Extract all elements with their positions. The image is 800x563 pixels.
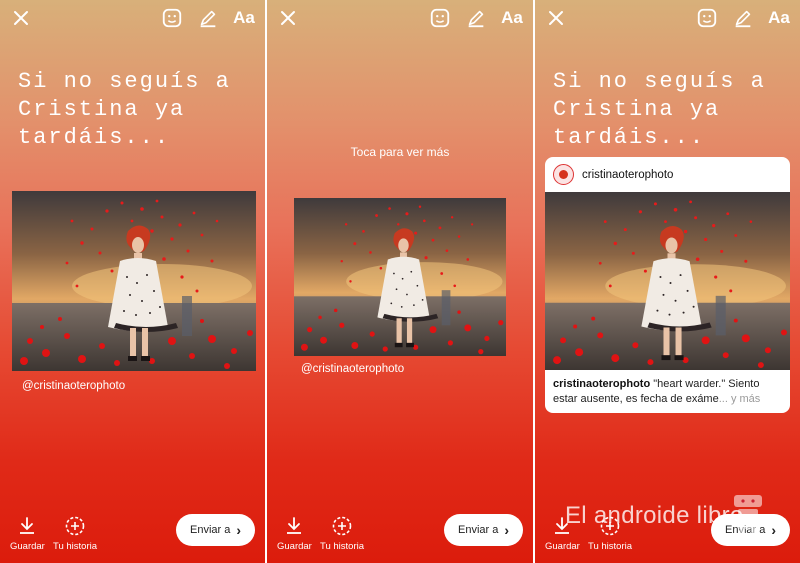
sticker-icon[interactable] bbox=[694, 5, 720, 31]
watermark-text: El androide libre bbox=[565, 502, 744, 529]
chevron-right-icon: › bbox=[504, 522, 510, 538]
sticker-icon[interactable] bbox=[427, 5, 453, 31]
save-label: Guardar bbox=[545, 541, 580, 552]
save-label: Guardar bbox=[10, 541, 45, 552]
shared-post-photo[interactable] bbox=[294, 198, 506, 356]
post-preview-card[interactable]: cristinaoterophoto cristinaoterophoto "h… bbox=[545, 157, 790, 413]
post-mention[interactable]: @cristinaoterophoto bbox=[22, 380, 125, 392]
android-robot-icon bbox=[734, 495, 762, 537]
download-icon bbox=[287, 517, 302, 534]
text-tool-button[interactable]: Aa bbox=[499, 5, 525, 31]
story-editor-panel-3: Aa Si no seguís a Cristina ya tardáis...… bbox=[535, 0, 800, 563]
story-text[interactable]: Si no seguís a Cristina ya tardáis... bbox=[553, 68, 793, 152]
your-story-button[interactable]: Tu historia bbox=[320, 515, 364, 552]
caption-more[interactable]: ... y más bbox=[719, 393, 761, 405]
chevron-right-icon: › bbox=[236, 522, 242, 538]
download-icon bbox=[20, 517, 35, 534]
card-photo bbox=[545, 192, 790, 370]
pen-icon[interactable] bbox=[730, 5, 756, 31]
pen-icon[interactable] bbox=[463, 5, 489, 31]
top-toolbar: Aa bbox=[427, 5, 525, 31]
sticker-icon[interactable] bbox=[159, 5, 185, 31]
story-editor-panel-1: Aa Si no seguís a Cristina ya tardáis...… bbox=[0, 0, 265, 563]
card-caption: cristinaoterophoto "heart warder." Sient… bbox=[545, 370, 790, 413]
close-icon[interactable] bbox=[10, 7, 32, 29]
your-story-label: Tu historia bbox=[53, 541, 97, 552]
post-mention[interactable]: @cristinaoterophoto bbox=[301, 363, 404, 375]
story-editor-panel-2: Aa Toca para ver más @cristinaoterophoto… bbox=[267, 0, 533, 563]
send-label: Enviar a bbox=[457, 524, 499, 536]
save-label: Guardar bbox=[277, 541, 312, 552]
card-username[interactable]: cristinaoterophoto bbox=[582, 169, 673, 181]
top-toolbar: Aa bbox=[694, 5, 792, 31]
pen-icon[interactable] bbox=[195, 5, 221, 31]
close-icon[interactable] bbox=[545, 7, 567, 29]
send-to-button[interactable]: Enviar a › bbox=[176, 514, 255, 546]
shared-post-photo[interactable] bbox=[12, 191, 256, 371]
text-tool-button[interactable]: Aa bbox=[766, 5, 792, 31]
card-header: cristinaoterophoto bbox=[545, 157, 790, 192]
chevron-right-icon: › bbox=[771, 522, 777, 538]
add-story-icon bbox=[332, 516, 352, 536]
your-story-button[interactable]: Tu historia bbox=[53, 515, 97, 552]
story-text[interactable]: Si no seguís a Cristina ya tardáis... bbox=[18, 68, 258, 152]
send-to-button[interactable]: Enviar a › bbox=[444, 514, 523, 546]
save-button[interactable]: Guardar bbox=[10, 515, 45, 552]
tap-hint: Toca para ver más bbox=[350, 145, 450, 159]
send-label: Enviar a bbox=[189, 524, 231, 536]
your-story-label: Tu historia bbox=[320, 541, 364, 552]
add-story-icon bbox=[65, 516, 85, 536]
caption-username: cristinaoterophoto bbox=[553, 378, 651, 390]
top-toolbar: Aa bbox=[159, 5, 257, 31]
save-button[interactable]: Guardar bbox=[277, 515, 312, 552]
text-tool-button[interactable]: Aa bbox=[231, 5, 257, 31]
avatar bbox=[553, 164, 574, 185]
close-icon[interactable] bbox=[277, 7, 299, 29]
your-story-label: Tu historia bbox=[588, 541, 632, 552]
